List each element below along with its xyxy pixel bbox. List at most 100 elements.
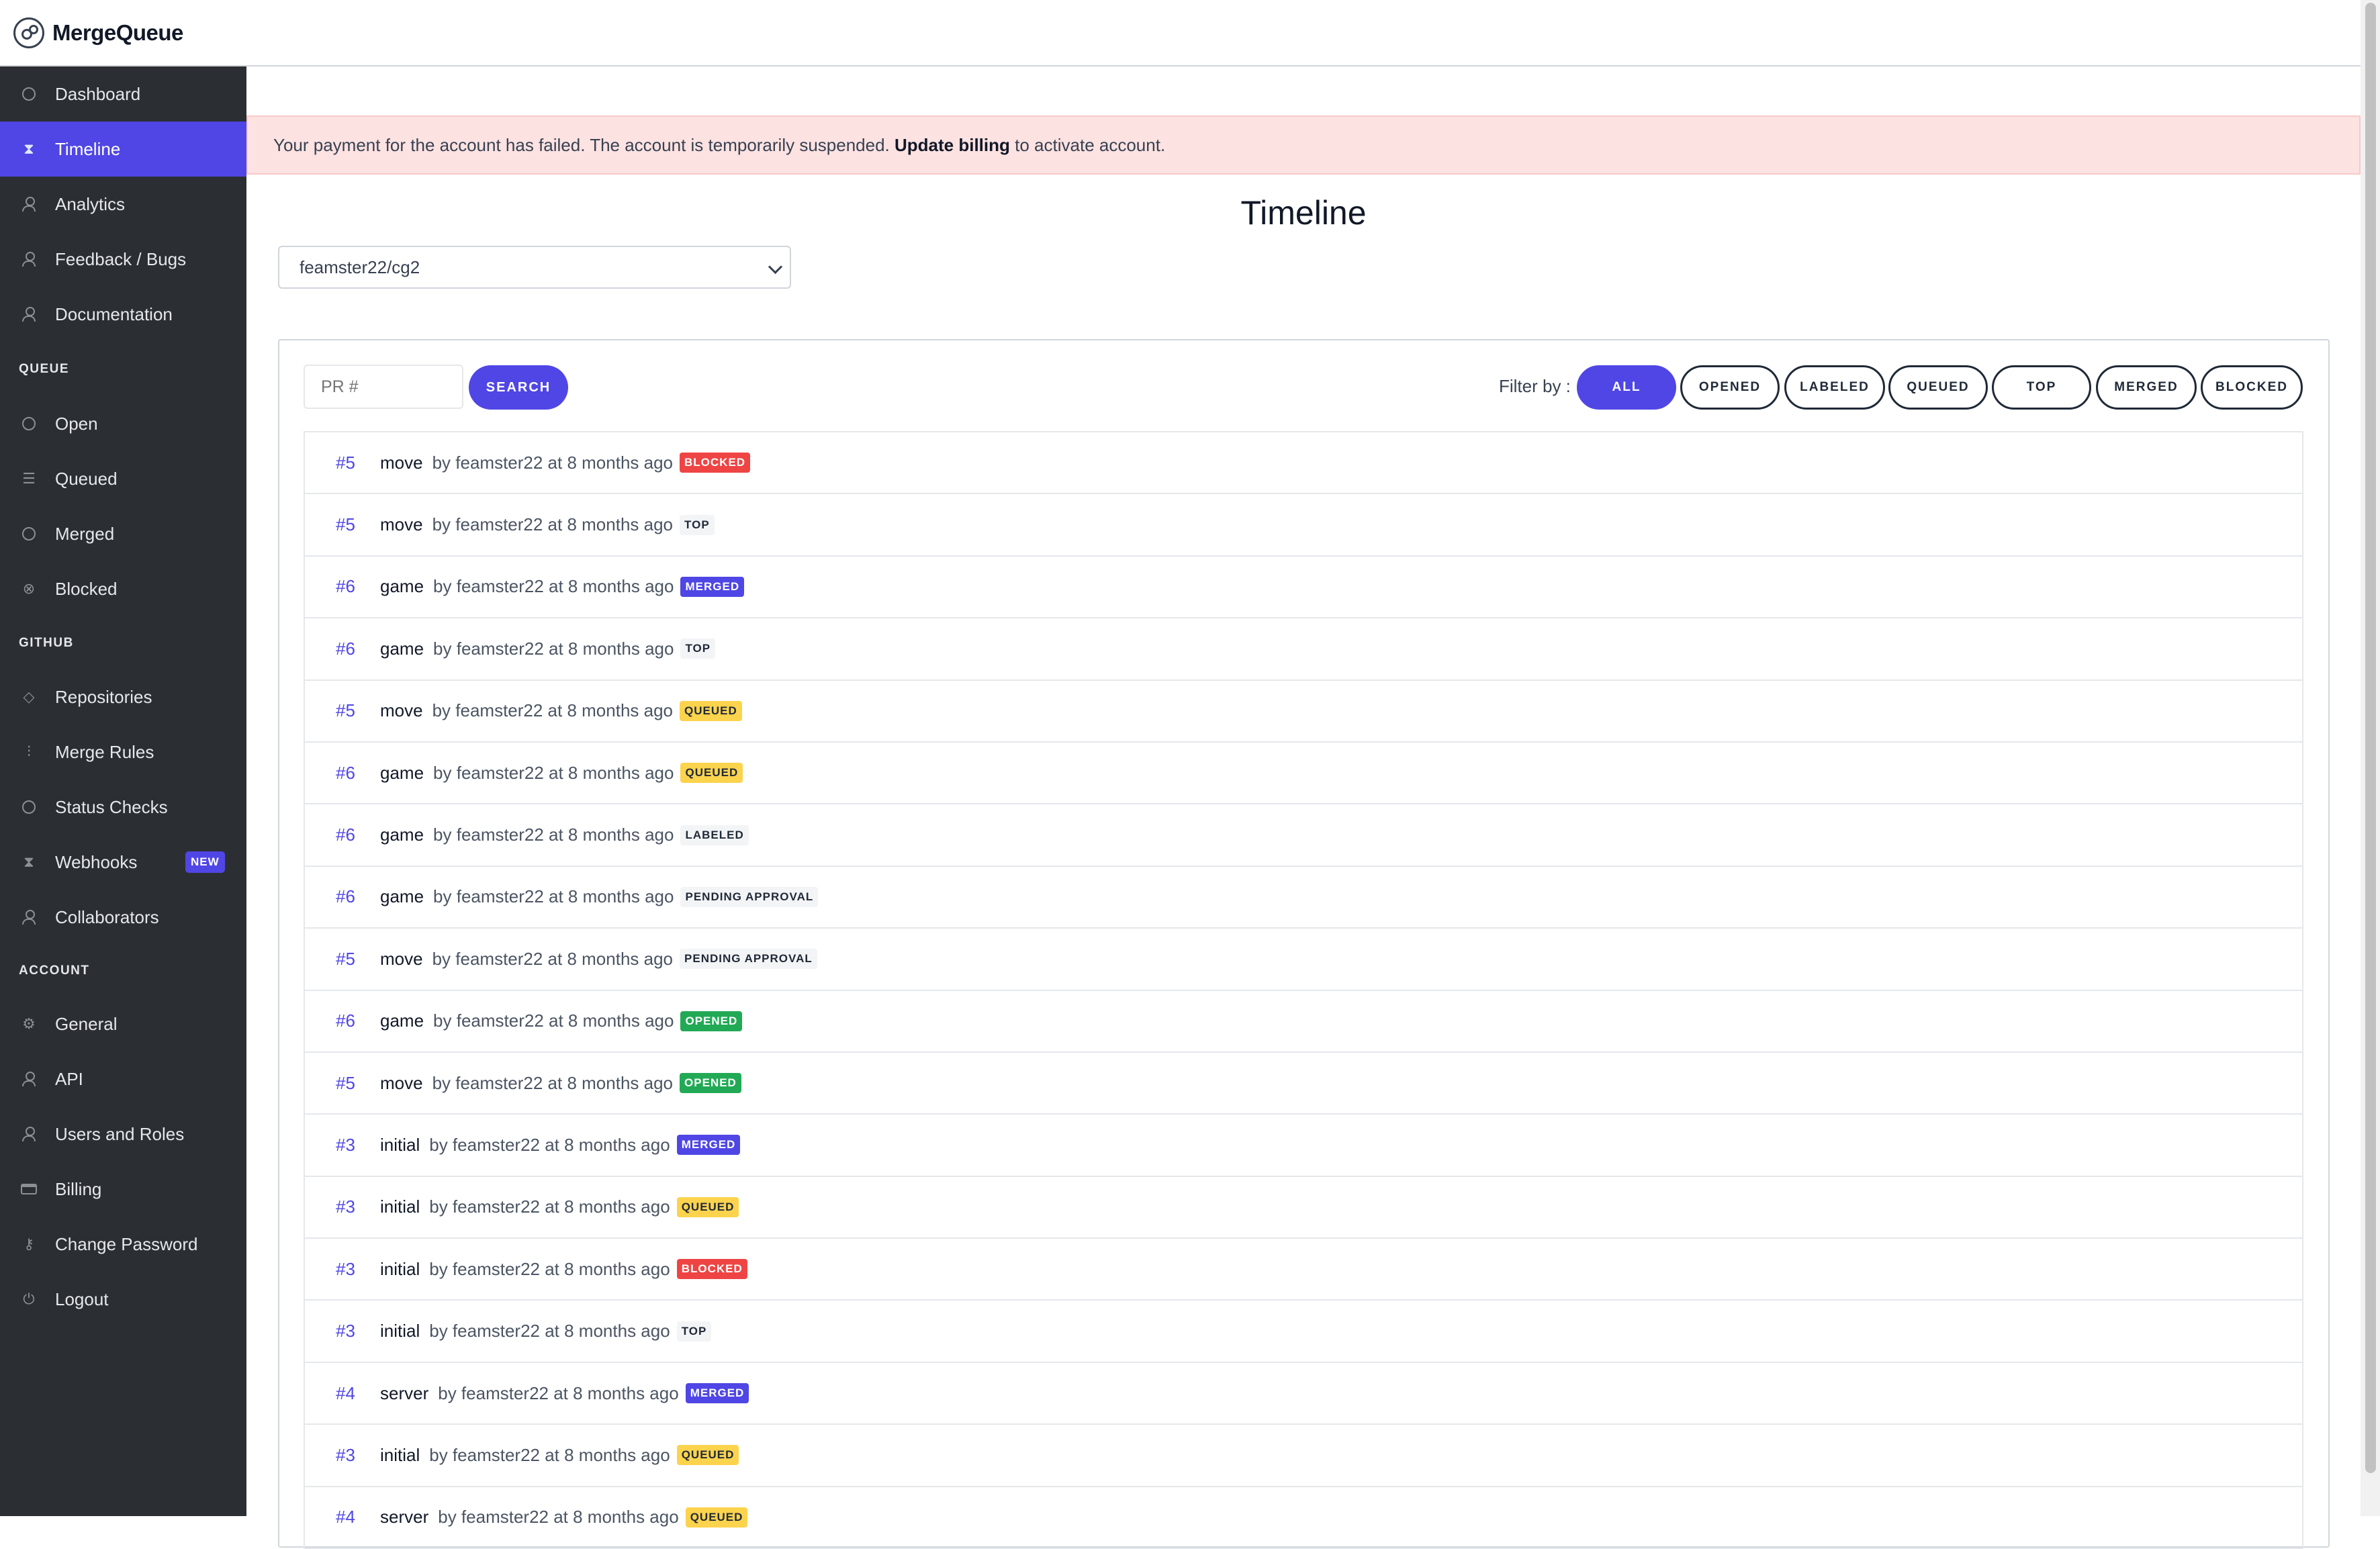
sidebar-item-webhooks[interactable]: ⧗ Webhooks NEW bbox=[0, 835, 246, 890]
timeline-row: #3 initial by feamster22 at 8 months ago QU… bbox=[305, 1425, 2302, 1487]
status-badge: MERGED bbox=[685, 1383, 749, 1404]
sidebar-item-label: Analytics bbox=[55, 193, 126, 214]
power-icon: ⏻ bbox=[23, 1290, 35, 1307]
sidebar-item-label: Documentation bbox=[55, 303, 173, 324]
pr-meta: by feamster22 at 8 months ago bbox=[429, 1196, 670, 1217]
sidebar-item-label: Billing bbox=[55, 1178, 102, 1199]
sidebar-item-label: Queued bbox=[55, 468, 118, 489]
status-badge: QUEUED bbox=[676, 1196, 739, 1217]
search-button[interactable]: SEARCH bbox=[469, 365, 568, 410]
pr-meta: by feamster22 at 8 months ago bbox=[433, 762, 674, 783]
filter-top-button[interactable]: TOP bbox=[1992, 365, 2091, 410]
section-github: GITHUB bbox=[19, 636, 74, 650]
pr-meta: by feamster22 at 8 months ago bbox=[432, 1072, 674, 1093]
sidebar-item-users-and-roles[interactable]: Users and Roles bbox=[0, 1107, 246, 1162]
sidebar-item-label: Logout bbox=[55, 1288, 109, 1309]
update-billing-link[interactable]: Update billing bbox=[895, 135, 1010, 156]
sidebar-item-billing[interactable]: Billing bbox=[0, 1162, 246, 1217]
sidebar-item-merged[interactable]: Merged bbox=[0, 506, 246, 561]
sidebar-item-collaborators[interactable]: Collaborators bbox=[0, 890, 246, 945]
pr-number-link[interactable]: #6 bbox=[336, 763, 380, 784]
sidebar-item-label: Merge Rules bbox=[55, 741, 154, 762]
pr-number-link[interactable]: #3 bbox=[336, 1321, 380, 1342]
pr-number-input[interactable] bbox=[304, 365, 463, 409]
sidebar-item-label: Change Password bbox=[55, 1233, 198, 1254]
pr-number-link[interactable]: #6 bbox=[336, 1011, 380, 1031]
status-badge: QUEUED bbox=[680, 700, 742, 721]
sidebar-item-api[interactable]: API bbox=[0, 1051, 246, 1107]
pr-number-link[interactable]: #4 bbox=[336, 1383, 380, 1404]
sidebar-item-general[interactable]: ⚙ General bbox=[0, 996, 246, 1051]
pr-meta: by feamster22 at 8 months ago bbox=[433, 576, 674, 597]
pr-number-link[interactable]: #5 bbox=[336, 514, 380, 535]
sidebar-item-blocked[interactable]: ⊗ Blocked bbox=[0, 561, 246, 616]
pr-number-link[interactable]: #6 bbox=[336, 639, 380, 659]
pr-number-link[interactable]: #3 bbox=[336, 1196, 380, 1217]
pr-title: initial bbox=[380, 1134, 420, 1155]
pr-number-link[interactable]: #5 bbox=[336, 453, 380, 473]
sidebar-item-documentation[interactable]: Documentation bbox=[0, 287, 246, 342]
pr-number-link[interactable]: #3 bbox=[336, 1135, 380, 1156]
pr-meta: by feamster22 at 8 months ago bbox=[429, 1258, 670, 1279]
pr-title: move bbox=[380, 452, 423, 473]
timeline-row: #5 move by feamster22 at 8 months ago TOP bbox=[305, 494, 2302, 557]
pr-title: game bbox=[380, 886, 424, 907]
pr-number-link[interactable]: #5 bbox=[336, 1073, 380, 1094]
status-badge: TOP bbox=[676, 1321, 712, 1342]
timeline-row: #5 move by feamster22 at 8 months ago BLOCK… bbox=[305, 432, 2302, 495]
pr-meta: by feamster22 at 8 months ago bbox=[432, 452, 674, 473]
timeline-row: #6 game by feamster22 at 8 months ago MERGE… bbox=[305, 557, 2302, 619]
sidebar-item-label: Users and Roles bbox=[55, 1123, 185, 1144]
user-icon bbox=[20, 908, 38, 926]
filter-opened-button[interactable]: OPENED bbox=[1680, 365, 1780, 410]
repository-select[interactable]: feamster22/cg2 bbox=[278, 246, 791, 289]
sidebar-item-queued[interactable]: ☰ Queued bbox=[0, 451, 246, 506]
timeline-row: #5 move by feamster22 at 8 months ago QUEUE… bbox=[305, 681, 2302, 743]
sidebar-item-logout[interactable]: ⏻ Logout bbox=[0, 1272, 246, 1327]
sidebar-item-change-password[interactable]: ⚷ Change Password bbox=[0, 1217, 246, 1272]
list-icon: ☰ bbox=[22, 470, 36, 487]
filter-all-button[interactable]: ALL bbox=[1577, 365, 1676, 410]
sidebar-item-feedback-bugs[interactable]: Feedback / Bugs bbox=[0, 232, 246, 287]
pr-title: game bbox=[380, 1011, 424, 1031]
pr-number-link[interactable]: #3 bbox=[336, 1445, 380, 1466]
sidebar-item-dashboard[interactable]: Dashboard bbox=[0, 66, 246, 122]
check-circle-icon bbox=[20, 525, 38, 543]
status-badge: PENDING APPROVAL bbox=[680, 949, 817, 970]
gauge-icon bbox=[20, 85, 38, 103]
sidebar-item-timeline[interactable]: ⧗ Timeline bbox=[0, 122, 246, 177]
pr-number-link[interactable]: #6 bbox=[336, 576, 380, 597]
pr-meta: by feamster22 at 8 months ago bbox=[432, 700, 674, 721]
pr-number-link[interactable]: #5 bbox=[336, 949, 380, 970]
timeline-row: #6 game by feamster22 at 8 months ago OPENE… bbox=[305, 991, 2302, 1053]
pr-number-link[interactable]: #5 bbox=[336, 700, 380, 721]
user-icon bbox=[20, 306, 38, 323]
sidebar-item-label: Open bbox=[55, 413, 98, 434]
sidebar-item-open[interactable]: Open bbox=[0, 396, 246, 451]
alert-text-after: to activate account. bbox=[1015, 134, 1166, 155]
top-bar: MergeQueue bbox=[0, 0, 2361, 66]
app-logo[interactable]: MergeQueue bbox=[13, 17, 183, 48]
section-account: ACCOUNT bbox=[19, 964, 90, 978]
sidebar-item-status-checks[interactable]: Status Checks bbox=[0, 780, 246, 835]
pr-title: game bbox=[380, 825, 424, 845]
pr-number-link[interactable]: #6 bbox=[336, 886, 380, 907]
sidebar-item-label: General bbox=[55, 1013, 118, 1034]
pr-number-link[interactable]: #4 bbox=[336, 1507, 380, 1528]
pr-title: server bbox=[380, 1382, 429, 1403]
pr-meta: by feamster22 at 8 months ago bbox=[432, 948, 674, 969]
filter-merged-button[interactable]: MERGED bbox=[2096, 365, 2197, 410]
timeline-row: #6 game by feamster22 at 8 months ago TOP bbox=[305, 618, 2302, 681]
sidebar-item-repositories[interactable]: ◇ Repositories bbox=[0, 669, 246, 724]
chevron-down-icon bbox=[768, 259, 783, 275]
scrollbar-thumb[interactable] bbox=[2365, 3, 2376, 1473]
pr-number-link[interactable]: #3 bbox=[336, 1259, 380, 1280]
filter-queued-button[interactable]: QUEUED bbox=[1888, 365, 1988, 410]
filter-blocked-button[interactable]: BLOCKED bbox=[2201, 365, 2303, 410]
sidebar-item-analytics[interactable]: Analytics bbox=[0, 177, 246, 232]
sidebar-item-merge-rules[interactable]: ⫶ Merge Rules bbox=[0, 724, 246, 780]
pr-meta: by feamster22 at 8 months ago bbox=[429, 1321, 670, 1342]
pr-number-link[interactable]: #6 bbox=[336, 825, 380, 845]
status-badge: OPENED bbox=[680, 1073, 741, 1094]
filter-labeled-button[interactable]: LABELED bbox=[1784, 365, 1885, 410]
